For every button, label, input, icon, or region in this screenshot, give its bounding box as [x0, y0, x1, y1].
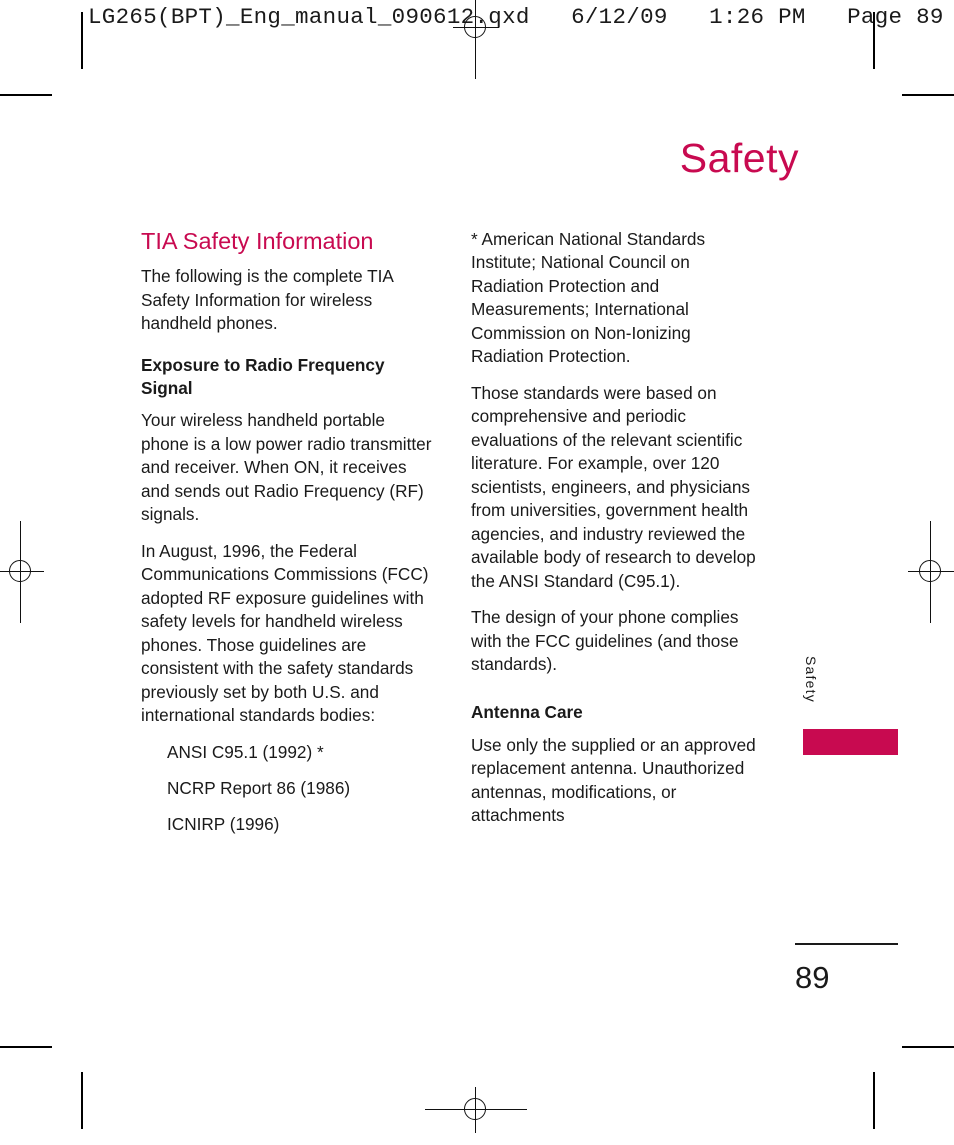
registration-cross-vertical	[930, 521, 932, 623]
registration-mark-left-center	[0, 521, 44, 623]
preflight-header-text: LG265(BPT)_Eng_manual_090612.qxd 6/12/09…	[88, 4, 944, 30]
crop-mark-top-left-vertical	[81, 12, 83, 69]
left-column: TIA Safety Information The following is …	[141, 228, 436, 850]
crop-mark-bottom-right-vertical	[873, 1072, 875, 1129]
paragraph-rf-transmitter: Your wireless handheld portable phone is…	[141, 410, 432, 525]
crop-mark-bottom-right-horizontal	[902, 1046, 954, 1048]
paragraph-intro: The following is the complete TIA Safety…	[141, 266, 393, 334]
registration-cross-horizontal	[0, 571, 44, 573]
crop-mark-bottom-left-horizontal	[0, 1046, 52, 1048]
registration-mark-right-center	[908, 521, 954, 623]
paragraph-standards-footnote: * American National Standards Institute;…	[471, 229, 706, 367]
paragraph-fcc-guidelines: In August, 1996, the Federal Communicati…	[141, 540, 429, 726]
list-item: ANSI C95.1 (1992) *	[167, 741, 324, 762]
right-column: * American National Standards Institute;…	[471, 228, 766, 828]
page-number: 89	[795, 960, 830, 995]
side-tab-label-safety: Safety	[803, 656, 819, 703]
crop-mark-bottom-left-vertical	[81, 1072, 83, 1129]
registration-cross-vertical	[475, 0, 477, 79]
side-tab-bar	[803, 729, 898, 755]
registration-cross-vertical	[475, 1087, 477, 1133]
page-body-columns: TIA Safety Information The following is …	[141, 228, 766, 850]
subheading-antenna-care: Antenna Care	[471, 702, 583, 723]
section-title-tia-safety-information: TIA Safety Information	[141, 228, 374, 254]
paragraph-antenna-replacement: Use only the supplied or an approved rep…	[471, 734, 756, 826]
registration-mark-top-center	[453, 0, 499, 79]
folio-rule	[795, 943, 898, 945]
subheading-exposure-to-radio-frequency-signal: Exposure to Radio Frequency Signal	[141, 354, 385, 399]
manual-page: LG265(BPT)_Eng_manual_090612.qxd 6/12/09…	[0, 0, 954, 1145]
list-item: NCRP Report 86 (1986)	[167, 778, 351, 798]
standards-list: ANSI C95.1 (1992) * NCRP Report 86 (1986…	[141, 741, 436, 837]
crop-mark-top-left-horizontal	[0, 94, 52, 96]
paragraph-ansi-standard-development: Those standards were based on comprehens…	[471, 382, 756, 591]
crop-mark-top-right-horizontal	[902, 94, 954, 96]
page-title: Safety	[679, 135, 799, 181]
crop-mark-top-right-vertical	[873, 12, 875, 69]
registration-cross-vertical	[20, 521, 22, 623]
list-item: ICNIRP (1996)	[167, 814, 280, 835]
paragraph-phone-design-compliance: The design of your phone complies with t…	[471, 607, 739, 674]
registration-mark-bottom-center	[425, 1087, 527, 1133]
